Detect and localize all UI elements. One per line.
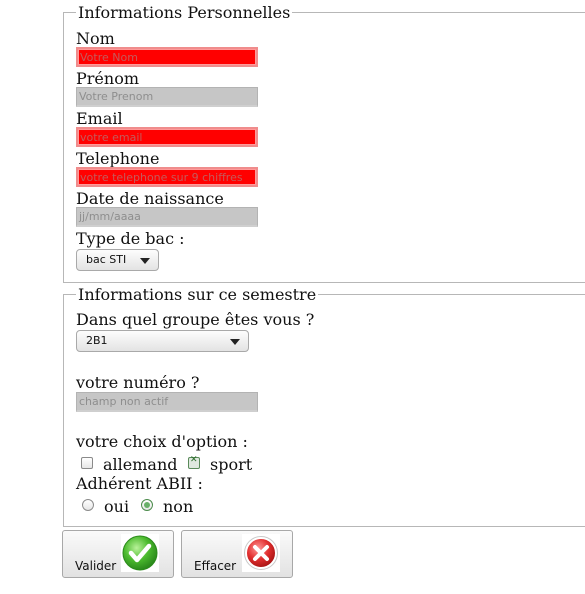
numero-input[interactable]: champ non actif <box>76 392 258 412</box>
effacer-button-label: Effacer <box>194 559 237 573</box>
chevron-down-icon <box>230 339 240 345</box>
personal-info-fieldset: Informations Personnelles Nom Votre Nom … <box>63 3 585 283</box>
allemand-label: allemand <box>103 455 178 474</box>
semester-info-fieldset: Informations sur ce semestre Dans quel g… <box>63 285 585 527</box>
nom-label: Nom <box>76 29 115 48</box>
email-label: Email <box>76 109 123 128</box>
sport-checkbox[interactable] <box>188 455 200 469</box>
sport-label: sport <box>210 455 253 474</box>
effacer-button[interactable]: Effacer <box>181 530 293 578</box>
chevron-down-icon <box>140 258 150 264</box>
email-input[interactable]: votre email <box>76 127 258 147</box>
groupe-select-value: 2B1 <box>86 334 108 347</box>
nom-input[interactable]: Votre Nom <box>76 47 258 67</box>
groupe-select[interactable]: 2B1 <box>76 330 249 352</box>
abii-oui-radio[interactable] <box>82 499 94 511</box>
semester-info-legend: Informations sur ce semestre <box>76 285 319 304</box>
prenom-input[interactable]: Votre Prenom <box>76 87 258 107</box>
option-label: votre choix d'option : <box>76 432 248 451</box>
valider-button[interactable]: Valider <box>62 530 174 578</box>
bac-select-value: bac STI <box>86 253 127 266</box>
allemand-checkbox[interactable] <box>81 457 93 469</box>
abii-non-label: non <box>163 497 194 516</box>
red-cross-icon <box>242 534 280 572</box>
personal-info-legend: Informations Personnelles <box>76 3 293 22</box>
abii-non-radio[interactable] <box>141 499 153 511</box>
abii-label: Adhérent ABII : <box>76 474 203 493</box>
telephone-input[interactable]: votre telephone sur 9 chiffres <box>76 167 258 187</box>
abii-oui-label: oui <box>104 497 130 516</box>
numero-label: votre numéro ? <box>76 373 200 392</box>
valider-button-label: Valider <box>75 559 117 573</box>
naissance-input[interactable]: jj/mm/aaaa <box>76 207 258 227</box>
green-checkmark-icon <box>121 534 159 572</box>
naissance-label: Date de naissance <box>76 189 224 208</box>
bac-label: Type de bac : <box>76 229 185 248</box>
telephone-label: Telephone <box>76 149 160 168</box>
prenom-label: Prénom <box>76 69 139 88</box>
groupe-label: Dans quel groupe êtes vous ? <box>76 310 315 329</box>
bac-select[interactable]: bac STI <box>76 249 159 271</box>
